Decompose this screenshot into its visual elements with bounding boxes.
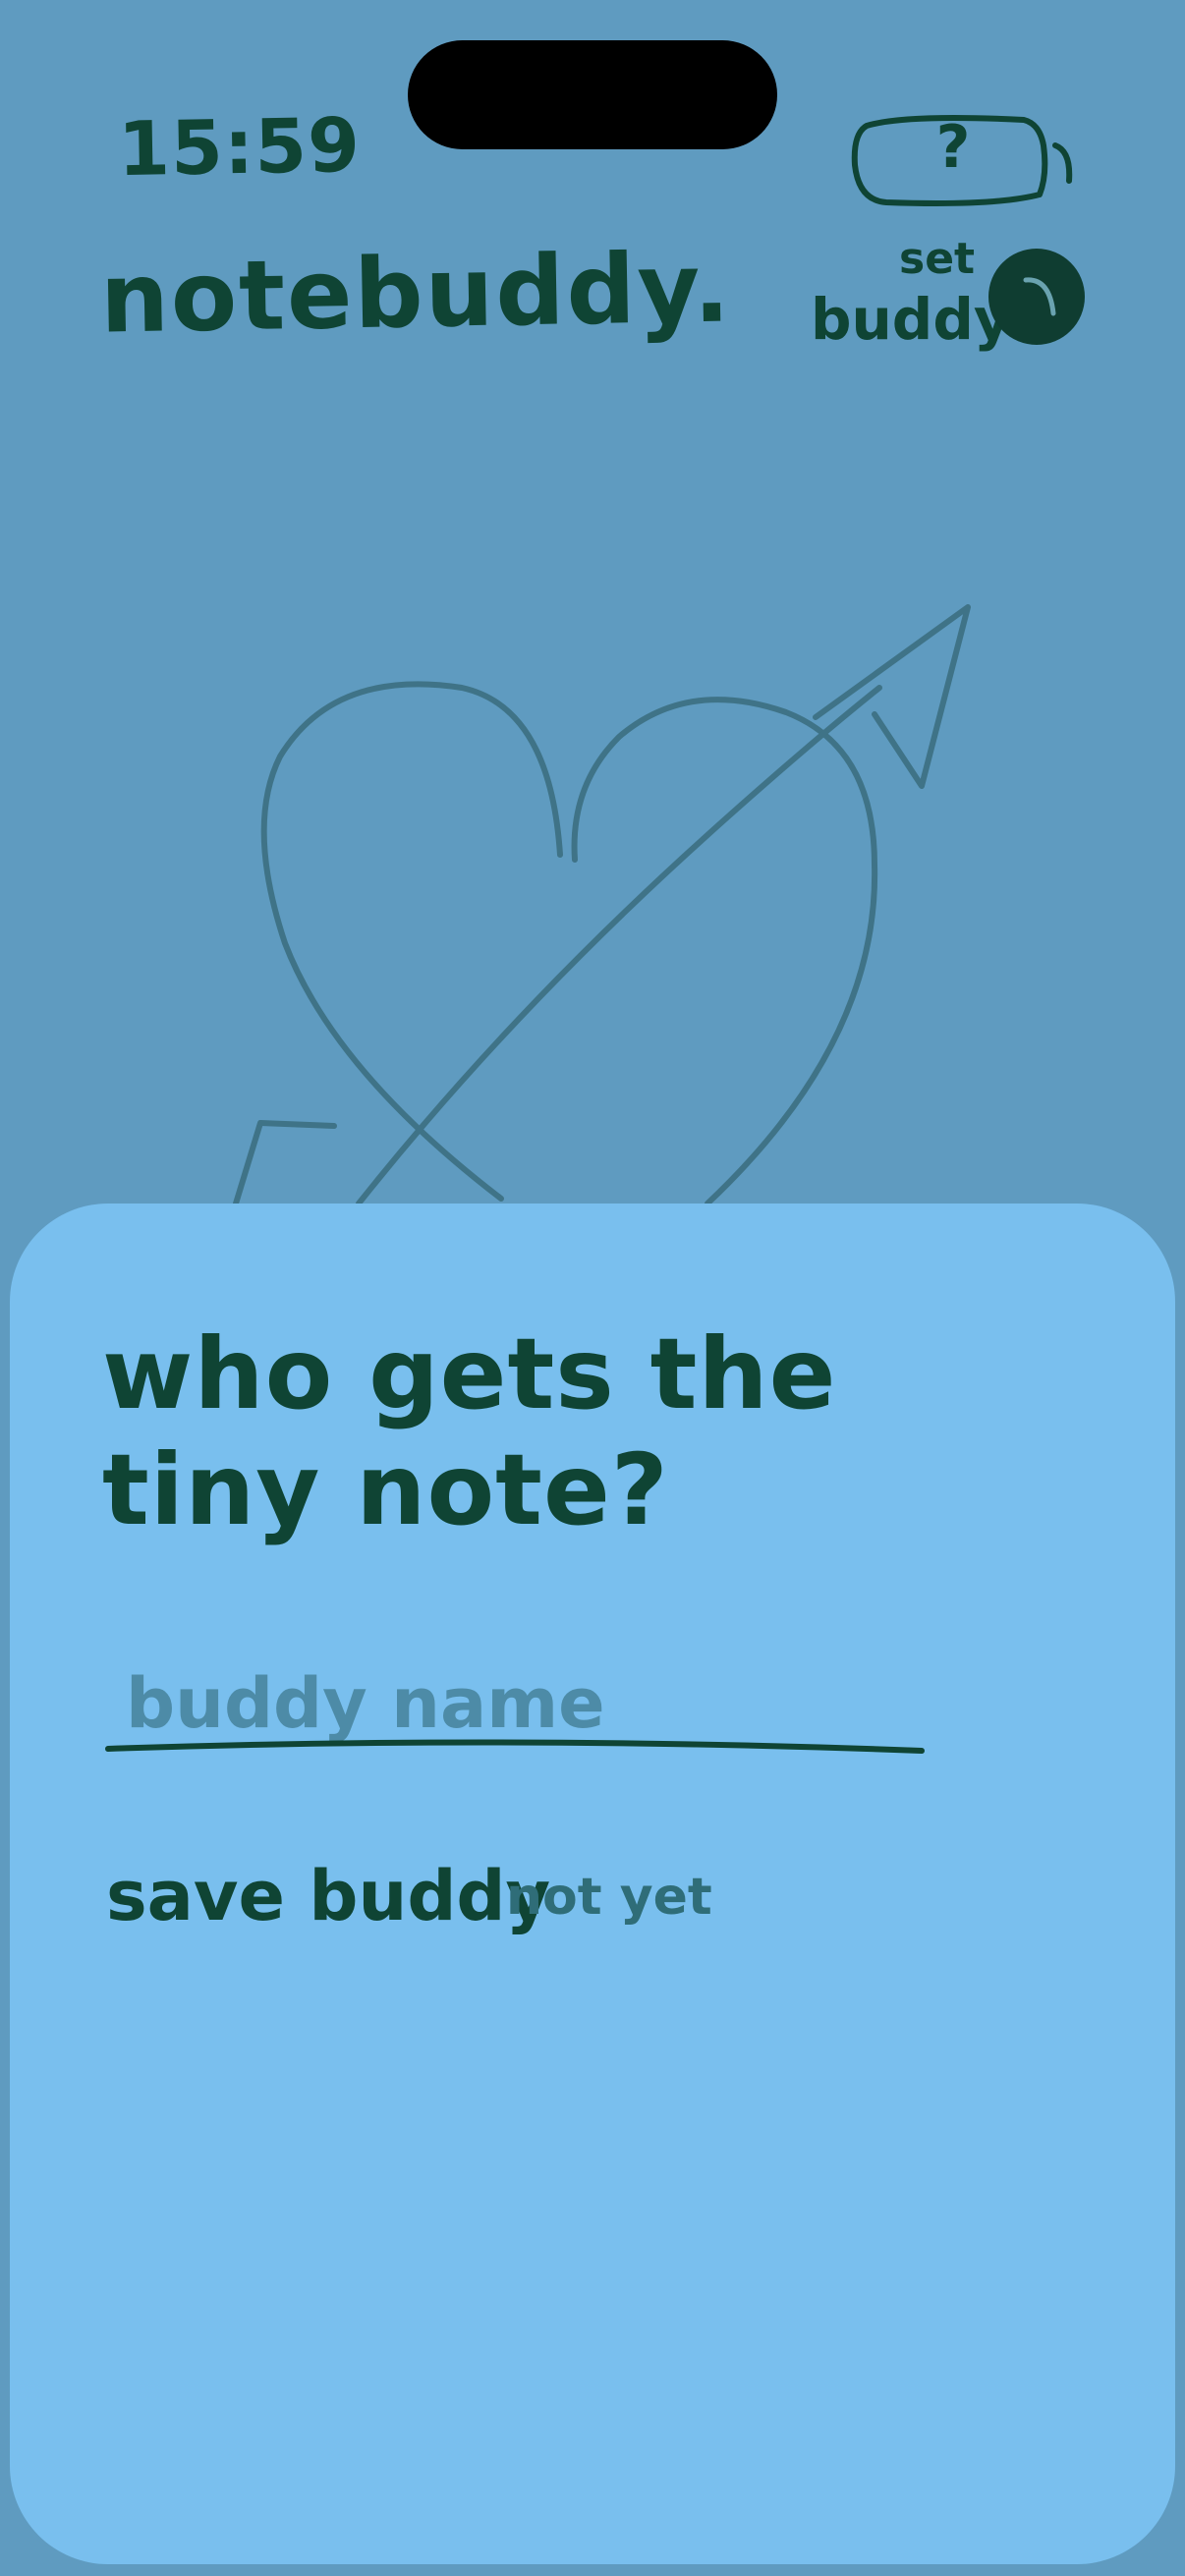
battery-level-label: ? [935, 113, 971, 182]
sheet-question-heading: who gets the tiny note? [102, 1316, 837, 1547]
heart-arrow-doodle-icon [233, 604, 971, 1206]
set-buddy-label-bottom[interactable]: buddy [811, 291, 1011, 348]
buddy-avatar-icon [1023, 277, 1056, 316]
save-status-text: not yet [506, 1868, 712, 1927]
input-underline [105, 1739, 925, 1754]
buddy-avatar-button[interactable] [988, 249, 1085, 345]
dynamic-island [408, 40, 777, 149]
app-title: notebuddy. [99, 232, 733, 356]
save-buddy-button[interactable]: save buddy [106, 1862, 550, 1931]
set-buddy-label-top[interactable]: set [899, 238, 975, 281]
status-time: 15:59 [117, 100, 362, 194]
